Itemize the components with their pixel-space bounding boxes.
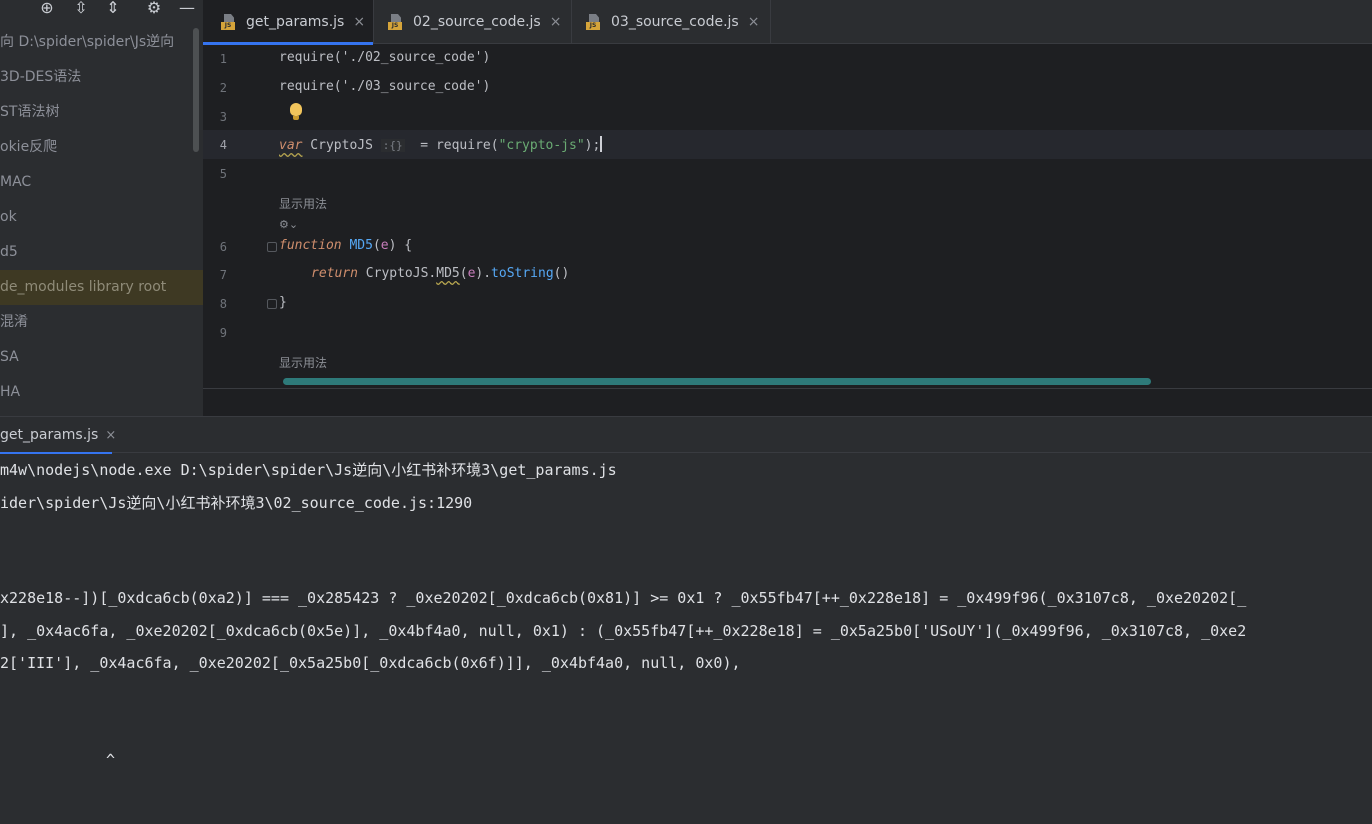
code-line-6[interactable]: function MD5(e) { bbox=[279, 238, 412, 253]
run-tab-label: get_params.js bbox=[0, 427, 99, 443]
line-number: 6 bbox=[219, 240, 227, 254]
tree-item-hook[interactable]: ok bbox=[0, 200, 203, 235]
line-number: 2 bbox=[219, 81, 227, 95]
ai-assist-icon[interactable]: ⚙⌄ bbox=[279, 218, 298, 231]
fold-marker[interactable] bbox=[267, 242, 277, 252]
tree-item-3des[interactable]: 3D-DES语法 bbox=[0, 60, 203, 95]
console-line[interactable]: m4w\nodejs\node.exe D:\spider\spider\Js逆… bbox=[0, 459, 617, 480]
show-usages-hint[interactable]: 显示用法 bbox=[279, 354, 327, 371]
line-number: 5 bbox=[219, 167, 227, 181]
tab-03-source-code[interactable]: JS 03_source_code.js × bbox=[572, 0, 770, 44]
tab-02-source-code[interactable]: JS 02_source_code.js × bbox=[374, 0, 571, 44]
show-usages-hint[interactable]: 显示用法 bbox=[279, 195, 327, 212]
line-number: 4 bbox=[219, 138, 227, 152]
tree-item-root[interactable]: 向 D:\spider\spider\Js逆向 bbox=[0, 25, 203, 60]
line-number: 3 bbox=[219, 110, 227, 124]
editor-tabbar: JS get_params.js × JS 02_source_code.js … bbox=[203, 0, 1372, 45]
js-file-icon: JS bbox=[586, 14, 602, 30]
project-tree: 向 D:\spider\spider\Js逆向 3D-DES语法 ST语法树 o… bbox=[0, 25, 203, 410]
line-number: 9 bbox=[219, 326, 227, 340]
run-panel: get_params.js × m4w\nodejs\node.exe D:\s… bbox=[0, 416, 1372, 824]
tree-item-rsa[interactable]: SA bbox=[0, 340, 203, 375]
console-line[interactable]: ider\spider\Js逆向\小红书补环境3\02_source_code.… bbox=[0, 492, 472, 513]
js-file-icon: JS bbox=[221, 14, 237, 30]
project-toolbar: ⊕ ⇳ ⇕ ⚙ — bbox=[0, 0, 203, 26]
fold-marker[interactable] bbox=[267, 299, 277, 309]
tree-item-ast[interactable]: ST语法树 bbox=[0, 95, 203, 130]
tree-item-cookie[interactable]: okie反爬 bbox=[0, 130, 203, 165]
type-inlay-hint: :{} bbox=[380, 139, 405, 152]
console-line: ^ bbox=[106, 751, 116, 769]
line-number: 7 bbox=[219, 268, 227, 282]
close-icon[interactable]: × bbox=[550, 14, 562, 30]
gear-icon[interactable]: ⚙ bbox=[143, 0, 165, 18]
code-line-7[interactable]: return CryptoJS.MD5(e).toString() bbox=[311, 266, 569, 281]
run-tabbar: get_params.js × bbox=[0, 417, 1372, 454]
tab-label: get_params.js bbox=[246, 14, 345, 30]
project-panel: ⊕ ⇳ ⇕ ⚙ — 向 D:\spider\spider\Js逆向 3D-DES… bbox=[0, 0, 203, 416]
close-icon[interactable]: × bbox=[105, 428, 116, 443]
tree-item-node-modules[interactable]: de_modules library root bbox=[0, 270, 203, 305]
code-line-4[interactable]: var CryptoJS :{} = require("crypto-js"); bbox=[279, 136, 603, 153]
line-number: 1 bbox=[219, 52, 227, 66]
tree-item-hmac[interactable]: MAC bbox=[0, 165, 203, 200]
line-number: 8 bbox=[219, 297, 227, 311]
locate-icon[interactable]: ⊕ bbox=[36, 0, 58, 18]
close-icon[interactable]: × bbox=[353, 14, 365, 30]
tab-get-params[interactable]: JS get_params.js × bbox=[203, 0, 373, 45]
console-line: 2['III'], _0x4ac6fa, _0xe20202[_0x5a25b0… bbox=[0, 654, 741, 672]
console-line: ], _0x4ac6fa, _0xe20202[_0xdca6cb(0x5e)]… bbox=[0, 622, 1247, 640]
tab-label: 03_source_code.js bbox=[611, 14, 739, 30]
tree-item-sha[interactable]: HA bbox=[0, 375, 203, 410]
project-scrollbar[interactable] bbox=[193, 28, 199, 152]
text-cursor bbox=[600, 136, 603, 152]
code-line-2[interactable]: require('./03_source_code') bbox=[279, 79, 490, 94]
editor-bottom-strip bbox=[203, 388, 1372, 416]
tab-label: 02_source_code.js bbox=[413, 14, 541, 30]
tree-item-obfuscation[interactable]: 混淆 bbox=[0, 305, 203, 340]
editor: JS get_params.js × JS 02_source_code.js … bbox=[203, 0, 1372, 416]
js-file-icon: JS bbox=[388, 14, 404, 30]
code-line-8[interactable]: } bbox=[279, 295, 287, 310]
close-icon[interactable]: × bbox=[748, 14, 760, 30]
run-tab-get-params[interactable]: get_params.js × bbox=[0, 417, 116, 454]
lightbulb-icon[interactable] bbox=[289, 103, 303, 123]
tree-item-md5[interactable]: d5 bbox=[0, 235, 203, 270]
collapse-all-icon[interactable]: ⇕ bbox=[102, 0, 124, 18]
expand-all-icon[interactable]: ⇳ bbox=[70, 0, 92, 18]
code-line-1[interactable]: require('./02_source_code') bbox=[279, 50, 490, 65]
horizontal-scrollbar[interactable] bbox=[283, 378, 1151, 385]
console-line: x228e18--])[_0xdca6cb(0xa2)] === _0x2854… bbox=[0, 589, 1247, 607]
minimize-icon[interactable]: — bbox=[176, 0, 198, 18]
